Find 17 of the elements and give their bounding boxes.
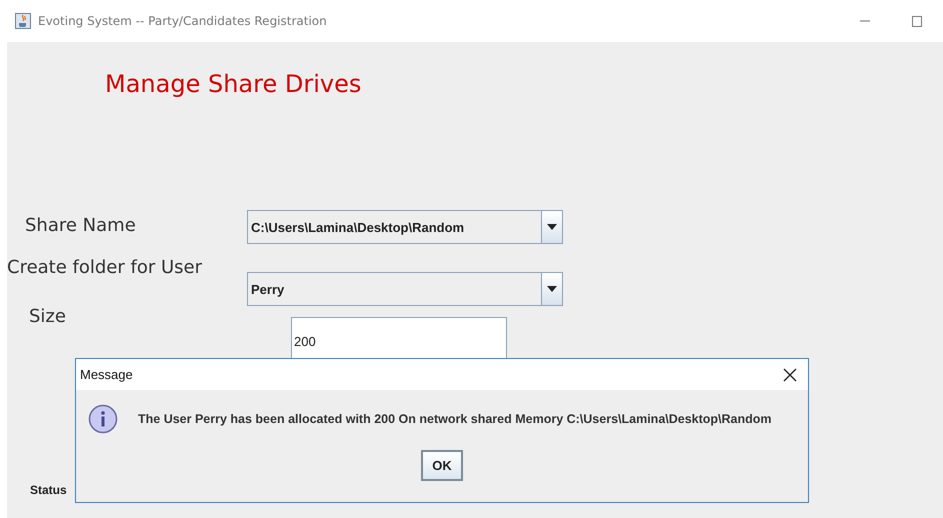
field-label: Size — [29, 306, 66, 327]
dropdown[interactable]: C:\Users\Lamina\Desktop\Random — [247, 210, 563, 244]
info-icon — [88, 404, 118, 434]
dialog-title: Message — [80, 367, 134, 382]
caret-icon[interactable] — [547, 224, 557, 230]
maximize-icon[interactable] — [911, 15, 923, 27]
page-heading: Manage Share Drives — [105, 70, 362, 98]
ok-button[interactable]: OK — [421, 450, 463, 481]
dialog-message: The User Perry has been allocated with 200 On network shared Memory C:\Users\Lamina\Desktop\Random — [138, 412, 772, 426]
close-icon[interactable] — [783, 368, 797, 382]
window-title: Evoting System -- Party/Candidates Registration — [38, 14, 327, 28]
field-label: Create folder for User — [7, 257, 202, 278]
caret-icon[interactable] — [547, 286, 557, 292]
dropdown[interactable]: Perry — [247, 272, 563, 306]
java-cup-icon — [15, 13, 31, 29]
status-label: Status — [30, 483, 67, 497]
field-label: Share Name — [25, 215, 136, 236]
